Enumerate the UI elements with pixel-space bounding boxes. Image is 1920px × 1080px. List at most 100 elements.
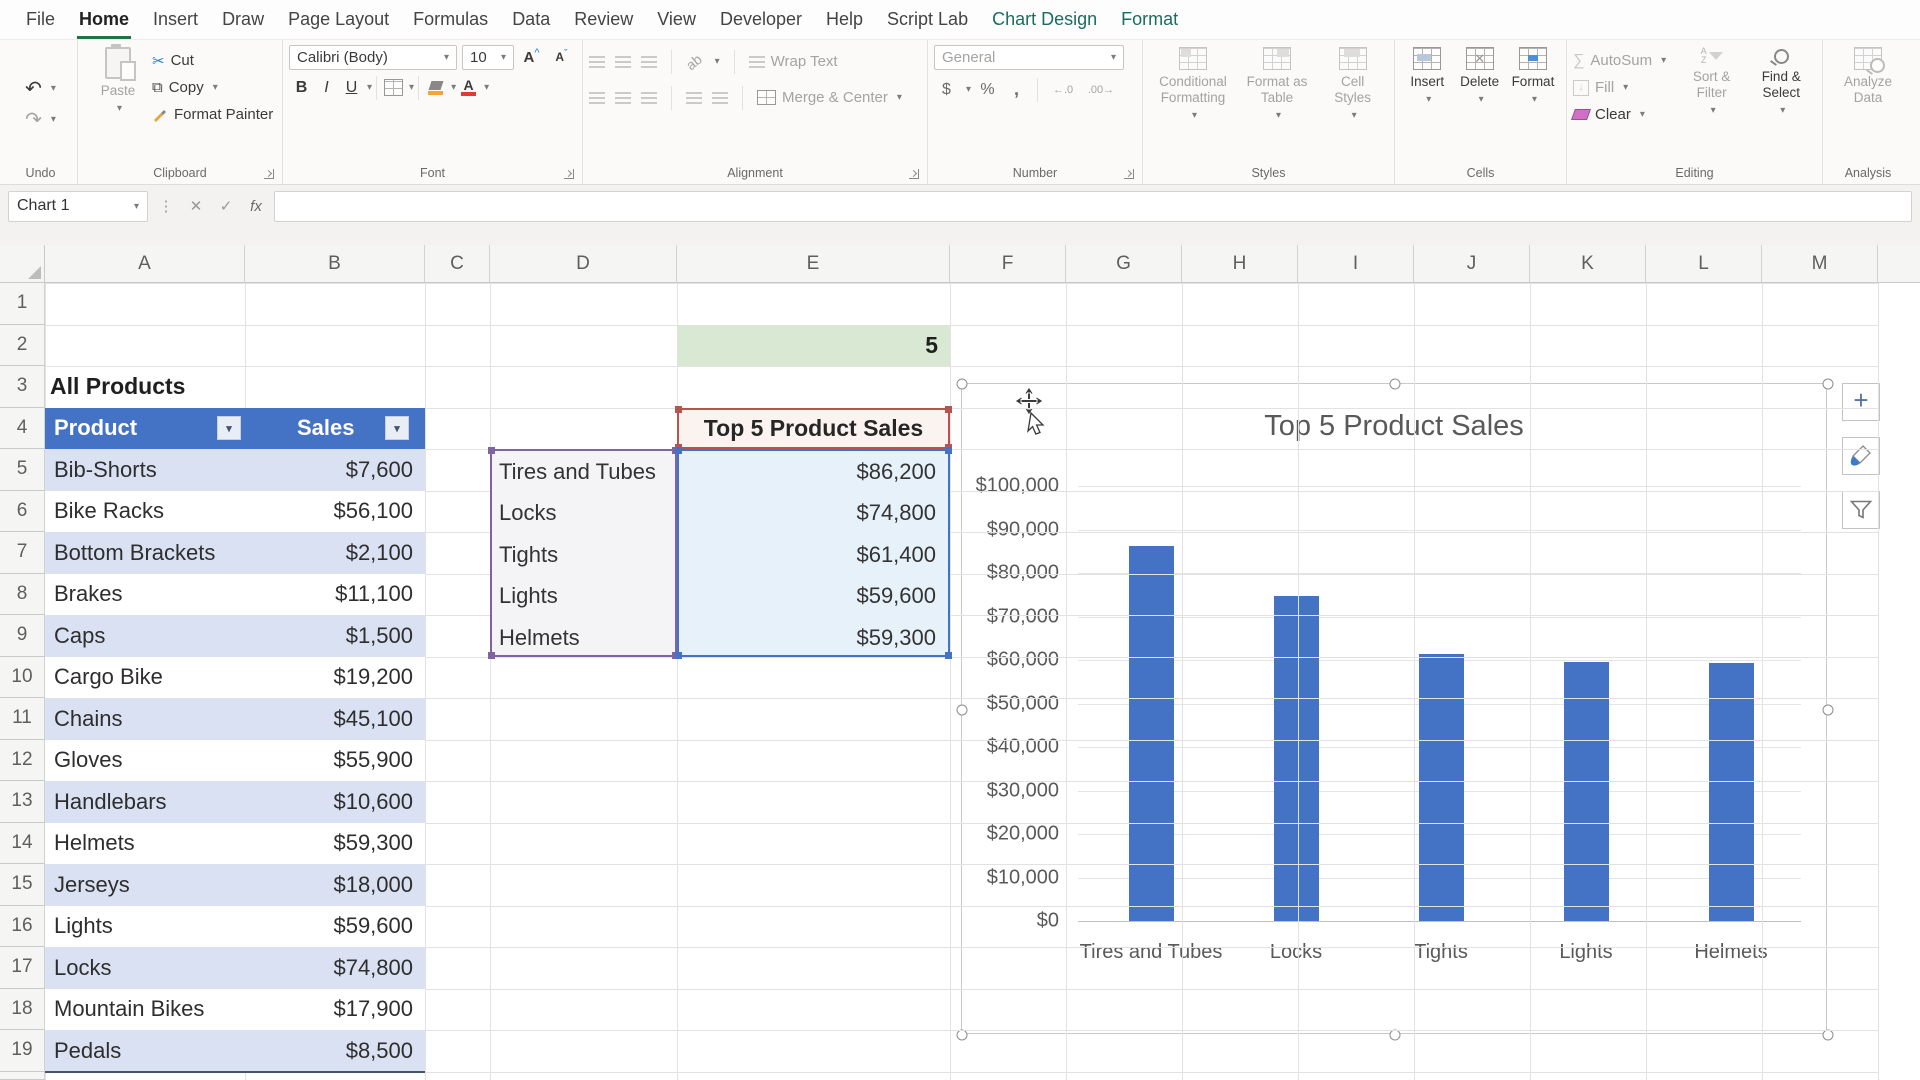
decrease-decimal-button[interactable]: .00→ (1084, 77, 1118, 102)
top5-category-cell[interactable]: Lights (492, 576, 675, 618)
row-header-8[interactable]: 8 (0, 574, 45, 616)
top5-value-range[interactable]: $86,200$74,800$61,400$59,600$59,300 (677, 449, 950, 657)
autosum-button[interactable]: ∑AutoSum▾ (1573, 47, 1677, 74)
row-header-14[interactable]: 14 (0, 823, 45, 865)
row-header-9[interactable]: 9 (0, 615, 45, 657)
column-header-i[interactable]: I (1298, 245, 1414, 283)
sales-cell[interactable]: $17,900 (245, 989, 425, 1031)
wrap-text-button[interactable]: Wrap Text (749, 48, 838, 75)
table-row[interactable]: Cargo Bike$19,200 (45, 657, 425, 699)
table-row[interactable]: Bike Racks$56,100 (45, 491, 425, 533)
menu-tab-data[interactable]: Data (500, 0, 562, 39)
row-header-2[interactable]: 2 (0, 325, 45, 367)
range-handle[interactable] (675, 406, 682, 413)
font-dialog-launcher[interactable] (564, 169, 574, 179)
menu-tab-page-layout[interactable]: Page Layout (276, 0, 401, 39)
range-handle[interactable] (488, 447, 495, 454)
align-right-button[interactable] (641, 92, 657, 104)
product-cell[interactable]: Helmets (45, 823, 245, 865)
increase-font-button[interactable]: A^ (519, 45, 544, 70)
decrease-indent-button[interactable] (686, 92, 702, 104)
chart-elements-button[interactable]: + (1842, 383, 1880, 421)
cell-styles-button[interactable]: Cell Styles▾ (1317, 45, 1388, 126)
font-color-button[interactable]: A (456, 75, 481, 100)
select-all-corner[interactable] (0, 245, 45, 283)
row-header-11[interactable]: 11 (0, 698, 45, 740)
range-handle[interactable] (488, 652, 495, 659)
top5-value-cell[interactable]: $61,400 (679, 534, 948, 576)
chart-top5-product-sales[interactable]: Top 5 Product Sales $0$10,000$20,000$30,… (961, 383, 1827, 1034)
insert-function-button[interactable]: fx (244, 198, 268, 215)
fill-button[interactable]: ↓Fill▾ (1573, 74, 1677, 101)
clear-button[interactable]: Clear▾ (1573, 101, 1677, 128)
table-row[interactable]: Chains$45,100 (45, 698, 425, 740)
sales-cell[interactable]: $56,100 (245, 491, 425, 533)
sales-cell[interactable]: $59,600 (245, 906, 425, 948)
align-left-button[interactable] (589, 92, 605, 104)
chart-resize-handle[interactable] (1390, 1030, 1401, 1041)
product-filter-button[interactable]: ▾ (217, 416, 241, 440)
row-header-15[interactable]: 15 (0, 864, 45, 906)
sort-filter-button[interactable]: AZ Sort & Filter▾ (1677, 45, 1747, 121)
sales-cell[interactable]: $74,800 (245, 947, 425, 989)
menu-tab-insert[interactable]: Insert (141, 0, 210, 39)
column-header-j[interactable]: J (1414, 245, 1530, 283)
top5-category-cell[interactable]: Helmets (492, 617, 675, 659)
sales-cell[interactable]: $8,500 (245, 1030, 425, 1072)
name-box[interactable]: Chart 1▾ (8, 191, 148, 222)
paste-button[interactable]: Paste▾ (84, 45, 152, 119)
table-row[interactable]: Brakes$11,100 (45, 574, 425, 616)
align-middle-button[interactable] (615, 56, 631, 68)
column-header-b[interactable]: B (245, 245, 425, 283)
table-row[interactable]: Bib-Shorts$7,600 (45, 449, 425, 491)
row-header-18[interactable]: 18 (0, 989, 45, 1031)
delete-cells-button[interactable]: ✕ Delete▾ (1453, 45, 1505, 110)
top5-value-cell[interactable]: $59,600 (679, 576, 948, 618)
product-cell[interactable]: Chains (45, 698, 245, 740)
table-row[interactable]: Gloves$55,900 (45, 740, 425, 782)
undo-button[interactable]: ↶▾ (25, 75, 56, 102)
align-bottom-button[interactable] (641, 56, 657, 68)
sales-cell[interactable]: $1,500 (245, 615, 425, 657)
product-cell[interactable]: Jerseys (45, 864, 245, 906)
redo-button[interactable]: ↷▾ (25, 106, 56, 133)
borders-button[interactable] (381, 75, 406, 100)
sales-cell[interactable]: $18,000 (245, 864, 425, 906)
italic-button[interactable]: I (314, 75, 339, 100)
row-header-7[interactable]: 7 (0, 532, 45, 574)
sales-cell[interactable]: $45,100 (245, 698, 425, 740)
chart-title[interactable]: Top 5 Product Sales (962, 410, 1826, 443)
clipboard-dialog-launcher[interactable] (264, 169, 274, 179)
product-cell[interactable]: Brakes (45, 574, 245, 616)
sales-cell[interactable]: $55,900 (245, 740, 425, 782)
top5-category-cell[interactable]: Tights (492, 534, 675, 576)
row-header-6[interactable]: 6 (0, 491, 45, 533)
menu-tab-view[interactable]: View (645, 0, 708, 39)
row-header-12[interactable]: 12 (0, 740, 45, 782)
table-row[interactable]: Mountain Bikes$17,900 (45, 989, 425, 1031)
range-handle[interactable] (675, 652, 682, 659)
chart-styles-button[interactable] (1842, 437, 1880, 475)
sales-filter-button[interactable]: ▾ (385, 416, 409, 440)
column-header-d[interactable]: D (490, 245, 677, 283)
column-header-h[interactable]: H (1182, 245, 1298, 283)
sales-cell[interactable]: $59,300 (245, 823, 425, 865)
analyze-data-button[interactable]: Analyze Data (1830, 45, 1906, 108)
table-row[interactable]: Locks$74,800 (45, 947, 425, 989)
enter-button[interactable]: ✓ (214, 197, 238, 215)
sales-cell[interactable]: $11,100 (245, 574, 425, 616)
product-cell[interactable]: Pedals (45, 1030, 245, 1072)
chart-resize-handle[interactable] (1823, 1030, 1834, 1041)
table-row[interactable]: Bottom Brackets$2,100 (45, 532, 425, 574)
table-row[interactable]: Helmets$59,300 (45, 823, 425, 865)
comma-style-button[interactable]: , (1004, 77, 1029, 102)
row-header-17[interactable]: 17 (0, 947, 45, 989)
column-header-a[interactable]: A (45, 245, 245, 283)
product-cell[interactable]: Bike Racks (45, 491, 245, 533)
row-header-3[interactable]: 3 (0, 366, 45, 408)
column-header-m[interactable]: M (1762, 245, 1878, 283)
cancel-button[interactable]: ✕ (184, 197, 208, 215)
merge-center-button[interactable]: Merge & Center▾ (757, 84, 902, 111)
menu-tab-file[interactable]: File (14, 0, 67, 39)
bar-helmets[interactable] (1709, 663, 1754, 921)
